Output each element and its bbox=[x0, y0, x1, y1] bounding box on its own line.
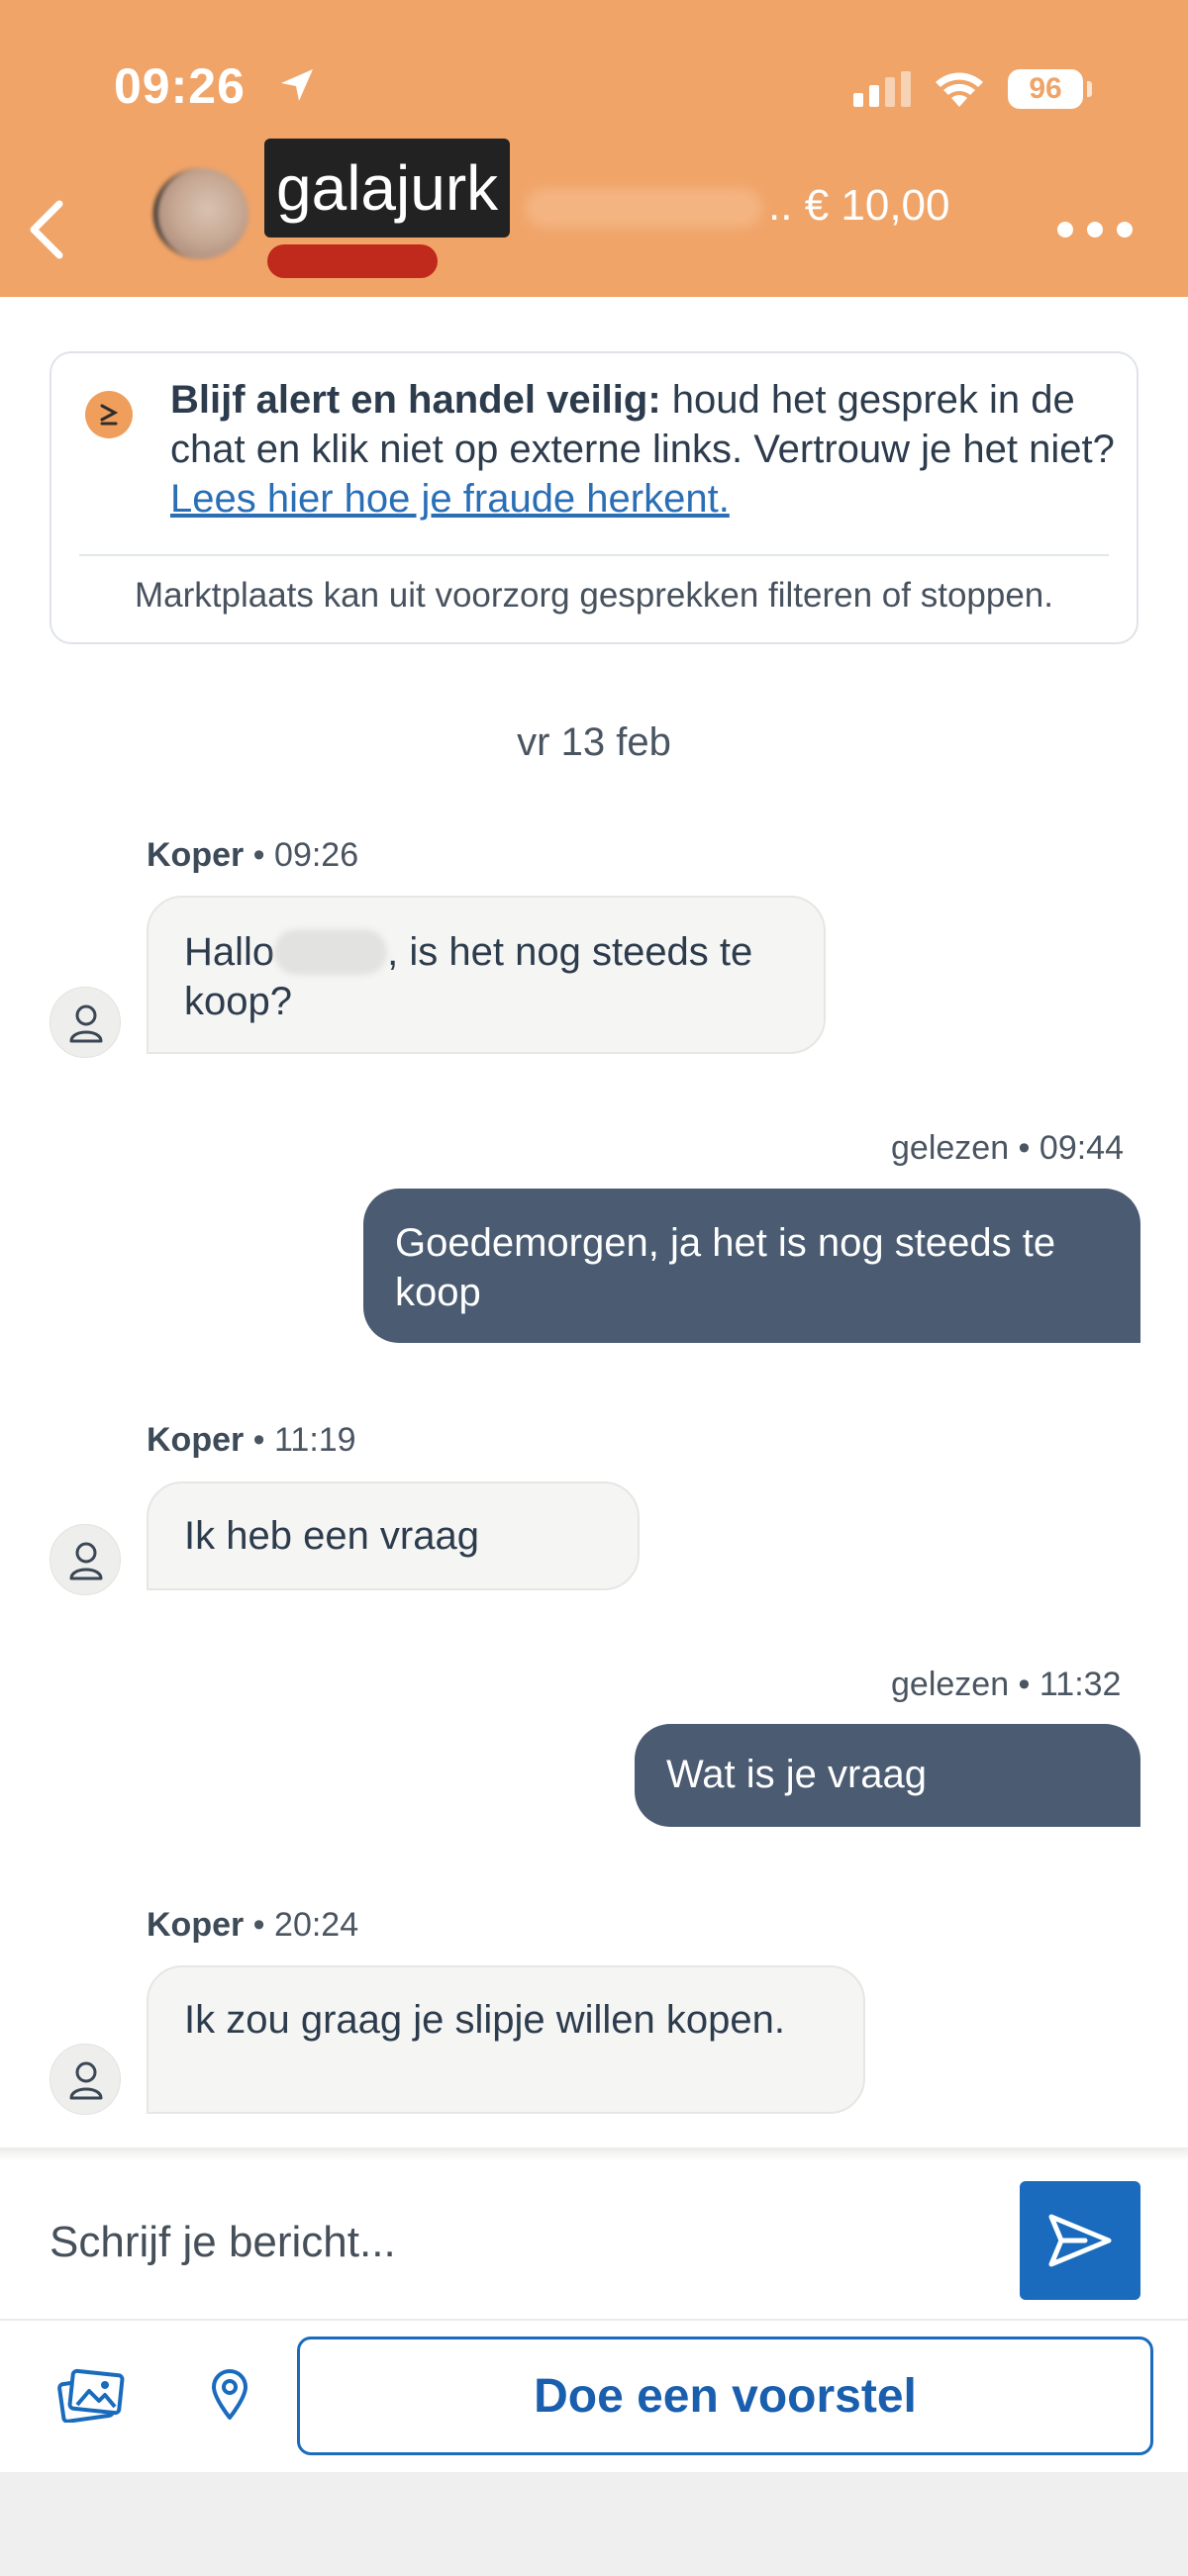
battery-tip bbox=[1087, 81, 1092, 97]
make-offer-button[interactable]: Doe een voorstel bbox=[297, 2337, 1153, 2455]
message-meta: gelezen • 11:32 bbox=[891, 1666, 1122, 1703]
safety-message: Blijf alert en handel veilig: houd het g… bbox=[170, 378, 1115, 521]
home-indicator-area bbox=[0, 2472, 1188, 2576]
safety-footer-text: Marktplaats kan uit voorzorg gesprekken … bbox=[135, 576, 1053, 615]
message-meta: Koper • 09:26 bbox=[147, 836, 359, 874]
seller-avatar[interactable] bbox=[153, 168, 248, 259]
outgoing-message[interactable]: Goedemorgen, ja het is nog steeds te koo… bbox=[363, 1189, 1140, 1343]
message-meta: Koper • 20:24 bbox=[147, 1906, 359, 1944]
incoming-message[interactable]: Ik zou graag je slipje willen kopen. bbox=[147, 1965, 865, 2114]
user-icon bbox=[69, 1004, 103, 1043]
message-input[interactable] bbox=[48, 2207, 982, 2278]
listing-price: .. € 10,00 bbox=[768, 181, 950, 230]
wifi-icon bbox=[936, 72, 983, 107]
buyer-avatar[interactable] bbox=[50, 2044, 121, 2115]
redacted-name bbox=[274, 929, 388, 975]
send-button[interactable] bbox=[1020, 2181, 1140, 2300]
buyer-avatar[interactable] bbox=[50, 1524, 121, 1595]
incoming-message[interactable]: Ik heb een vraag bbox=[147, 1481, 640, 1590]
user-icon bbox=[69, 1542, 103, 1580]
message-meta: Koper • 11:19 bbox=[147, 1421, 356, 1459]
location-pin-icon[interactable] bbox=[210, 2368, 249, 2422]
safety-divider bbox=[79, 554, 1109, 556]
redacted-name-bar bbox=[267, 244, 438, 278]
status-time: 09:26 bbox=[114, 58, 246, 114]
battery-indicator: 96 bbox=[1008, 69, 1083, 109]
buyer-avatar[interactable] bbox=[50, 987, 121, 1058]
incoming-message[interactable]: Hallo, is het nog steeds te koop? bbox=[147, 896, 826, 1054]
chat-header: 09:26 96 galajurk .. € 10,00 bbox=[0, 0, 1188, 297]
user-icon bbox=[69, 2061, 103, 2100]
outgoing-message[interactable]: Wat is je vraag bbox=[635, 1724, 1140, 1827]
safety-notice-card: Blijf alert en handel veilig: houd het g… bbox=[50, 351, 1138, 644]
composer-top-shadow bbox=[0, 2147, 1188, 2161]
fraud-info-link[interactable]: Lees hier hoe je fraude herkent. bbox=[170, 477, 730, 521]
more-options-icon[interactable] bbox=[1055, 220, 1135, 239]
safety-warning-icon bbox=[85, 391, 133, 438]
cellular-signal-icon bbox=[853, 71, 911, 107]
redacted-subtitle bbox=[525, 188, 762, 228]
send-icon bbox=[1048, 2214, 1112, 2267]
composer-divider bbox=[0, 2319, 1188, 2321]
back-arrow-icon[interactable] bbox=[22, 198, 69, 261]
date-separator: vr 13 feb bbox=[517, 720, 671, 764]
location-arrow-icon bbox=[281, 69, 313, 101]
listing-title[interactable]: galajurk bbox=[264, 139, 511, 238]
message-meta: gelezen • 09:44 bbox=[891, 1129, 1124, 1167]
photo-gallery-icon[interactable] bbox=[57, 2367, 127, 2423]
